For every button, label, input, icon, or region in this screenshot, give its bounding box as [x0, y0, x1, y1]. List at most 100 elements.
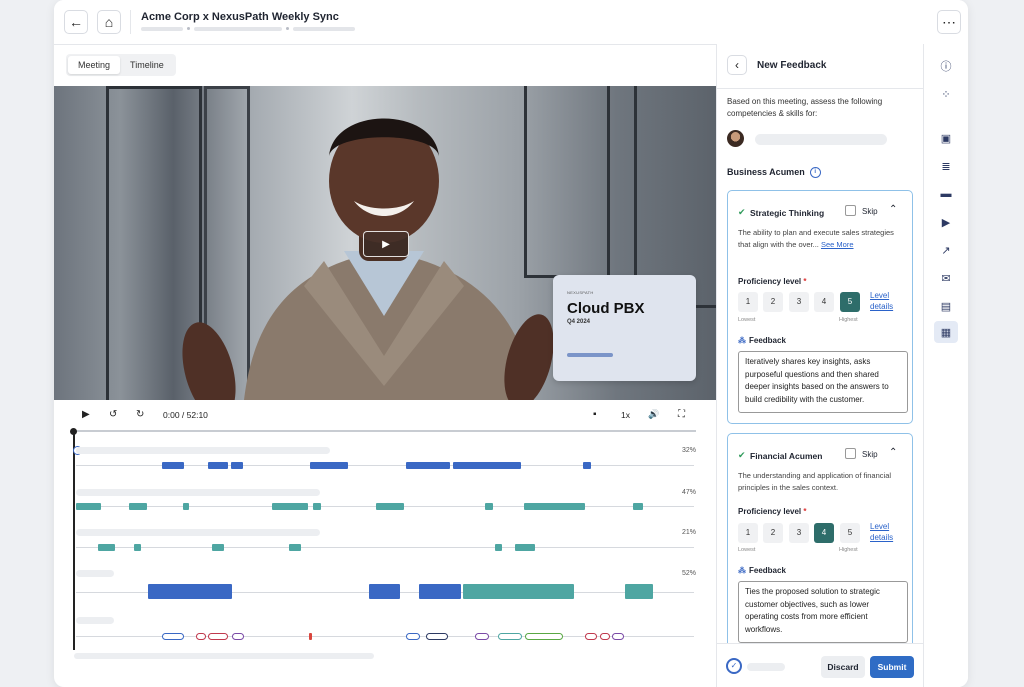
book-icon[interactable]: ▤: [938, 298, 954, 314]
tab-timeline[interactable]: Timeline: [120, 56, 174, 74]
track-segment[interactable]: [633, 503, 643, 510]
event-marker[interactable]: [612, 633, 624, 640]
track-segment[interactable]: [495, 544, 502, 551]
chevron-left-icon[interactable]: ‹: [727, 55, 747, 75]
track-segment[interactable]: [515, 544, 535, 551]
level-button-1[interactable]: 1: [738, 292, 758, 312]
level-button-4[interactable]: 4: [814, 523, 834, 543]
playhead-handle[interactable]: [70, 428, 77, 435]
home-icon[interactable]: ⌂: [97, 10, 121, 34]
video-icon[interactable]: ▶: [938, 214, 954, 230]
forward-icon[interactable]: ↻: [136, 409, 144, 420]
chevron-up-icon[interactable]: ⌃: [889, 204, 897, 215]
trend-icon[interactable]: ↗: [938, 242, 954, 258]
track-segment[interactable]: [419, 584, 461, 599]
contact-card-icon[interactable]: ▣: [938, 130, 954, 146]
track-segment[interactable]: [162, 462, 184, 469]
chevron-up-icon[interactable]: ⌃: [889, 447, 897, 458]
level-button-2[interactable]: 2: [763, 292, 783, 312]
level-button-3[interactable]: 3: [789, 523, 809, 543]
track-segment[interactable]: [183, 503, 189, 510]
track-segment[interactable]: [272, 503, 308, 510]
name-placeholder: [755, 134, 887, 145]
play-overlay-button[interactable]: ▶: [363, 231, 409, 257]
track-segment[interactable]: [98, 544, 115, 551]
panel-title: New Feedback: [757, 60, 827, 71]
play-icon[interactable]: ▶: [82, 409, 90, 420]
see-more-link[interactable]: See More: [821, 240, 854, 249]
track-label-placeholder: [76, 570, 114, 577]
captions-icon[interactable]: ▪: [593, 409, 597, 420]
feedback-textarea[interactable]: Iteratively shares key insights, asks pu…: [738, 351, 908, 413]
track-segment[interactable]: [463, 584, 574, 599]
event-marker[interactable]: [162, 633, 184, 640]
level-button-3[interactable]: 3: [789, 292, 809, 312]
check-circle-icon[interactable]: ✓: [726, 658, 742, 674]
submit-button[interactable]: Submit: [870, 656, 914, 678]
feedback-form-icon[interactable]: ▦: [934, 321, 958, 343]
back-arrow-icon[interactable]: ←: [64, 10, 88, 34]
track-segment[interactable]: [625, 584, 653, 599]
section-title-text: Business Acumen: [727, 167, 805, 177]
avatar: [727, 130, 744, 147]
track-segment[interactable]: [524, 503, 585, 510]
more-options-icon[interactable]: ⋯: [937, 10, 961, 34]
mail-icon[interactable]: ✉: [938, 270, 954, 286]
track-segment[interactable]: [376, 503, 404, 510]
event-marker[interactable]: [585, 633, 597, 640]
event-marker[interactable]: [525, 633, 563, 640]
skip-checkbox[interactable]: [845, 448, 856, 459]
scrub-bar[interactable]: [74, 430, 696, 432]
event-marker[interactable]: [232, 633, 244, 640]
level-button-4[interactable]: 4: [814, 292, 834, 312]
level-details-link[interactable]: Level details: [870, 521, 910, 543]
track-segment[interactable]: [129, 503, 147, 510]
track-segment[interactable]: [313, 503, 321, 510]
event-marker[interactable]: [309, 633, 312, 640]
chat-icon[interactable]: ▬: [938, 186, 954, 202]
feedback-textarea[interactable]: Ties the proposed solution to strategic …: [738, 581, 908, 643]
ai-sparkle-icon[interactable]: ⁘: [938, 86, 954, 102]
skip-checkbox[interactable]: [845, 205, 856, 216]
track-segment[interactable]: [212, 544, 224, 551]
panel-header: ‹ New Feedback: [717, 44, 924, 89]
level-button-5[interactable]: 5: [840, 292, 860, 312]
event-marker[interactable]: [475, 633, 489, 640]
event-marker[interactable]: [406, 633, 420, 640]
track-segment[interactable]: [208, 462, 228, 469]
video-player[interactable]: ▶ NEXUSPATH Cloud PBX Q4 2024: [54, 86, 716, 400]
track-segment[interactable]: [289, 544, 301, 551]
event-marker[interactable]: [208, 633, 228, 640]
track-segment[interactable]: [453, 462, 521, 469]
event-marker[interactable]: [600, 633, 610, 640]
proficiency-label: Proficiency level *: [738, 507, 807, 516]
track-segment[interactable]: [148, 584, 232, 599]
event-marker[interactable]: [498, 633, 522, 640]
track-segment[interactable]: [134, 544, 141, 551]
track-segment[interactable]: [310, 462, 348, 469]
track-label-placeholder: [76, 617, 114, 624]
level-button-2[interactable]: 2: [763, 523, 783, 543]
playhead[interactable]: [73, 430, 75, 650]
track-segment[interactable]: [406, 462, 450, 469]
tab-meeting[interactable]: Meeting: [68, 56, 121, 74]
level-button-1[interactable]: 1: [738, 523, 758, 543]
info-icon[interactable]: ⓘ: [938, 58, 954, 74]
event-marker[interactable]: [426, 633, 448, 640]
fullscreen-icon[interactable]: ⛶: [678, 409, 685, 420]
track-segment[interactable]: [583, 462, 591, 469]
track-segment[interactable]: [485, 503, 493, 510]
track-segment[interactable]: [231, 462, 243, 469]
track-segment[interactable]: [76, 503, 101, 510]
level-details-link[interactable]: Level details: [870, 290, 910, 312]
level-button-5[interactable]: 5: [840, 523, 860, 543]
event-marker[interactable]: [196, 633, 206, 640]
volume-icon[interactable]: 🔊: [648, 409, 659, 420]
track-segment[interactable]: [369, 584, 400, 599]
info-icon[interactable]: i: [809, 167, 821, 179]
speed-button[interactable]: 1x: [621, 410, 630, 420]
track-line: [76, 547, 694, 548]
rewind-icon[interactable]: ↺: [109, 409, 117, 420]
notes-icon[interactable]: ≣: [938, 158, 954, 174]
discard-button[interactable]: Discard: [821, 656, 865, 678]
